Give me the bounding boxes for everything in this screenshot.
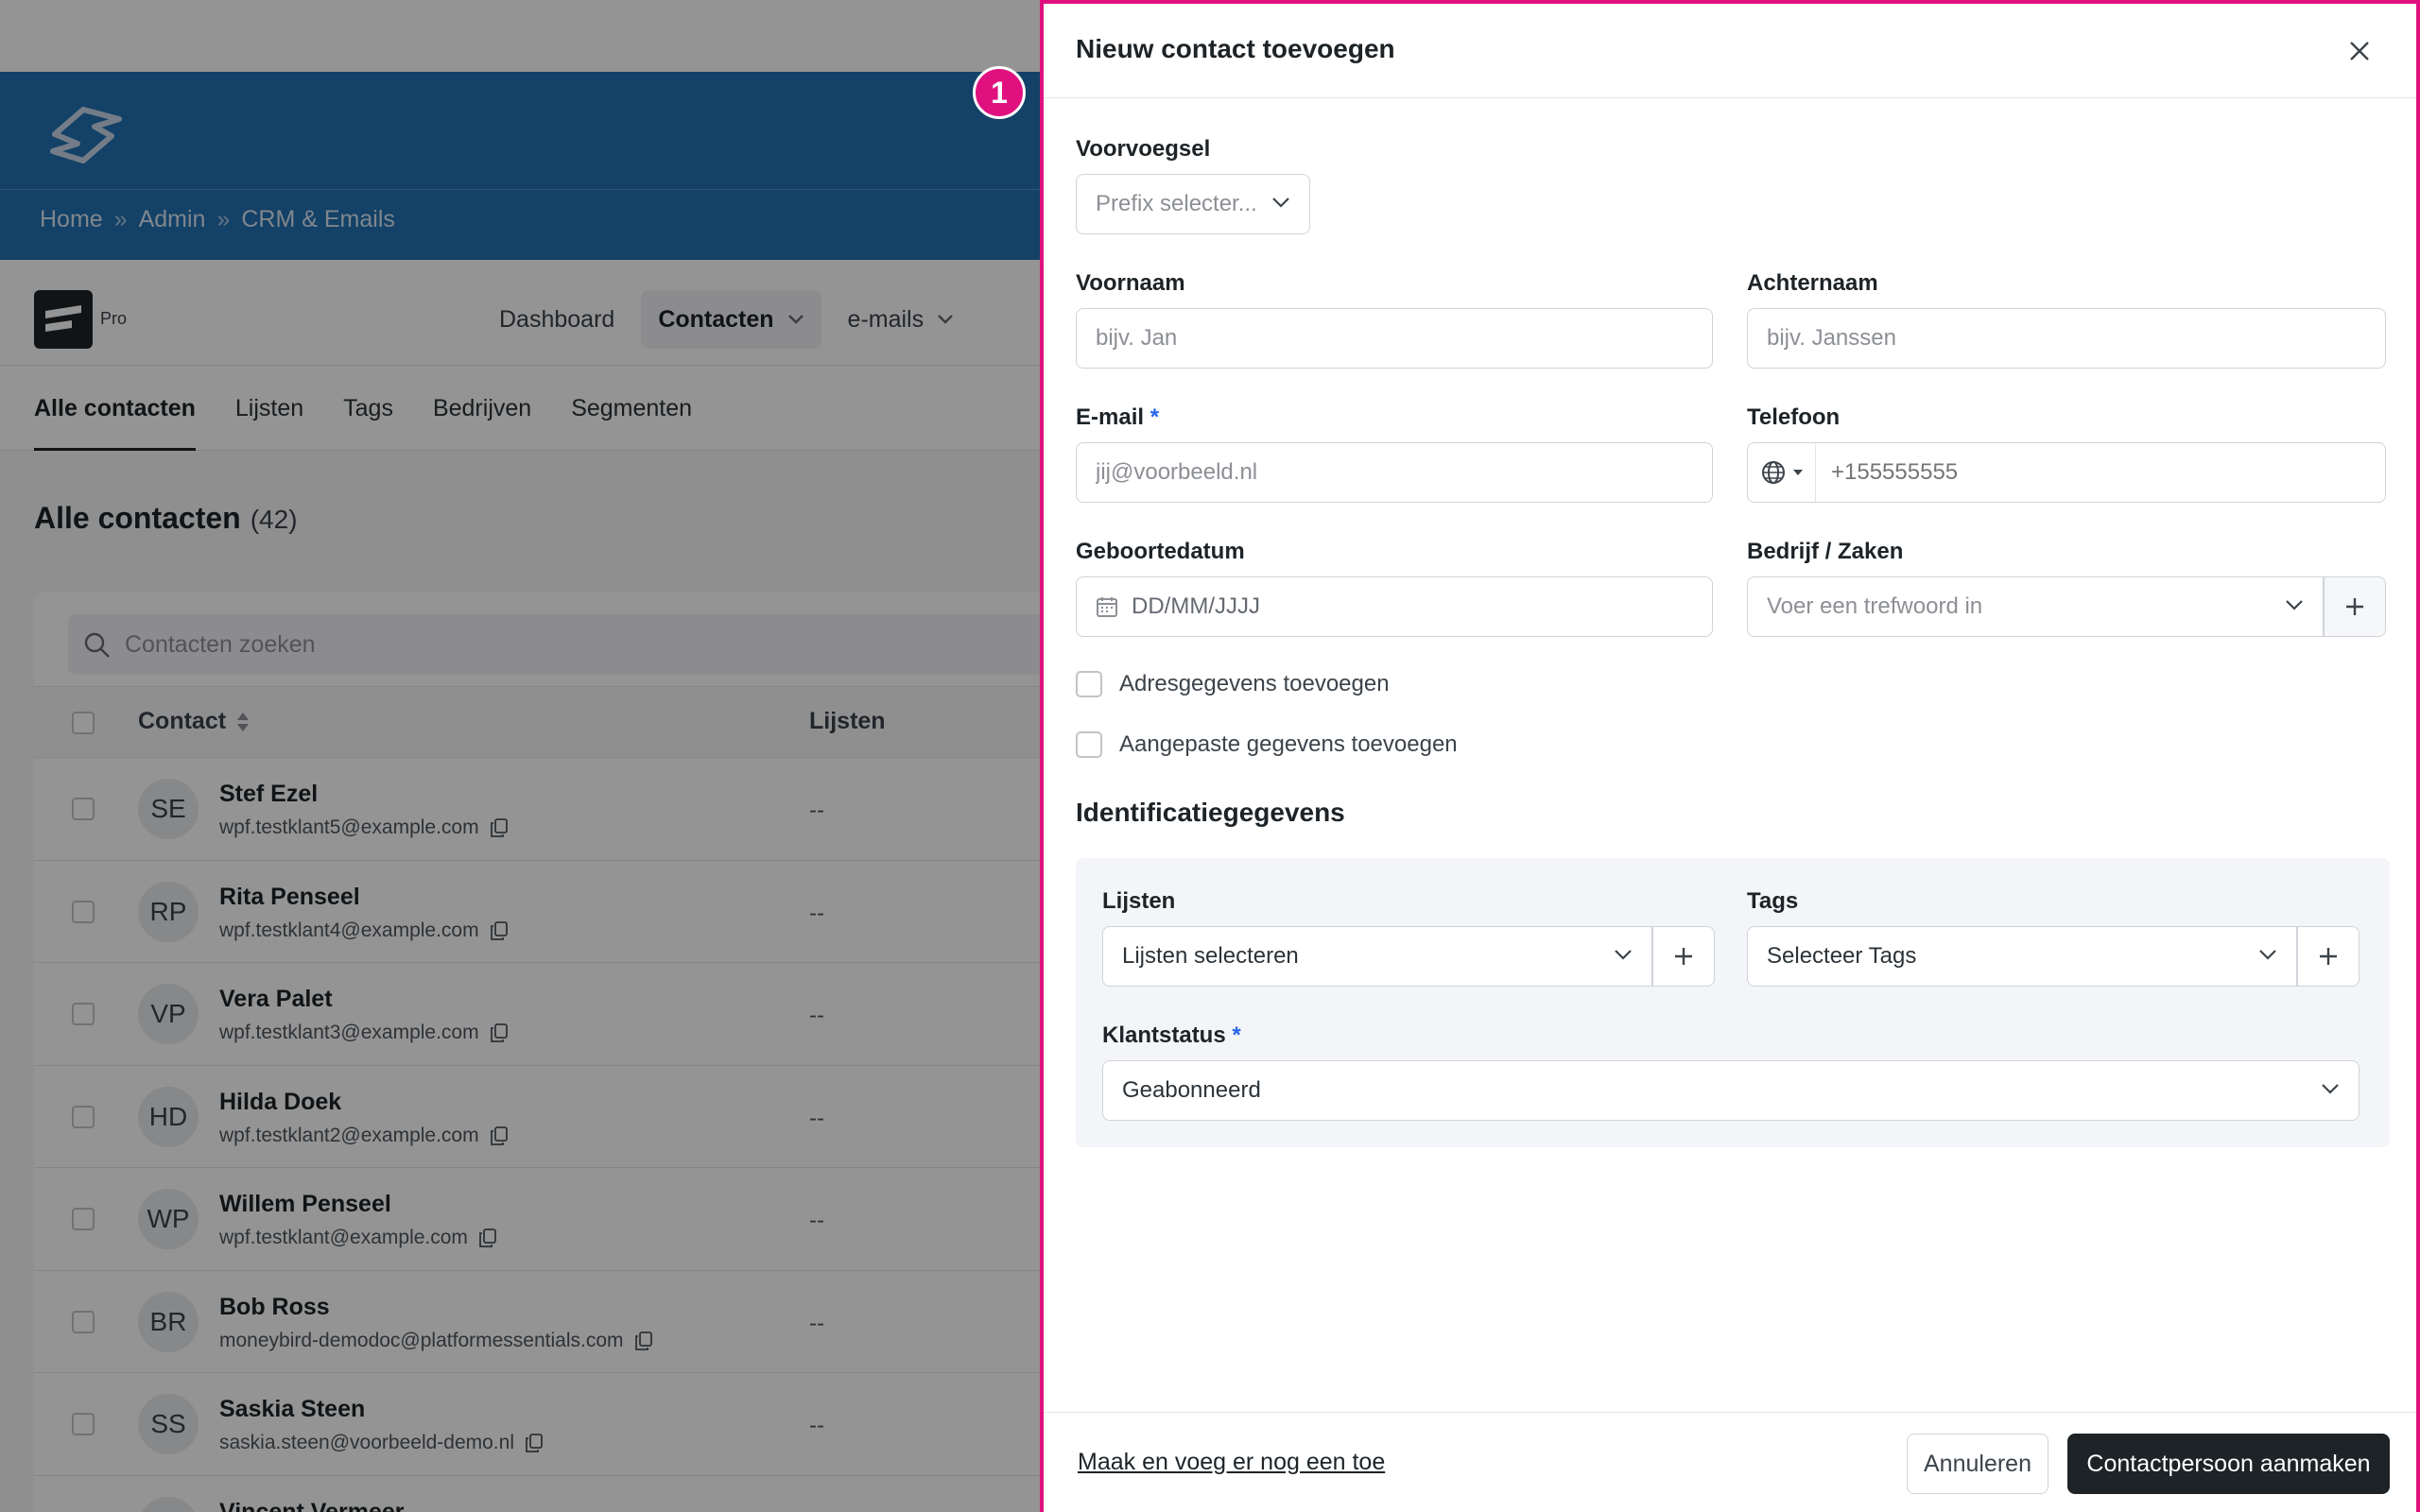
phone-label: Telefoon: [1747, 404, 1841, 430]
tags-select[interactable]: Selecteer Tags: [1747, 926, 2297, 987]
checkbox[interactable]: [1076, 731, 1102, 758]
status-value: Geabonneerd: [1122, 1077, 1261, 1103]
identification-section-title: Identificatiegegevens: [1076, 798, 1345, 827]
email-input[interactable]: [1076, 442, 1713, 503]
globe-icon: [1761, 461, 1785, 484]
close-icon: [2350, 42, 2369, 60]
prefix-label: Voorvoegsel: [1076, 136, 1211, 162]
create-and-add-another-link[interactable]: Maak en voeg er nog een toe: [1078, 1449, 1385, 1476]
checkbox[interactable]: [1076, 671, 1102, 697]
tags-placeholder: Selecteer Tags: [1767, 943, 1917, 969]
birthdate-placeholder: DD/MM/JJJJ: [1132, 593, 1260, 619]
first-name-input[interactable]: [1076, 308, 1713, 369]
step-badge: 1: [973, 66, 1026, 119]
caret-down-icon: [1792, 470, 1803, 475]
email-label: E-mail *: [1076, 404, 1159, 431]
plus-icon: [2346, 598, 2363, 615]
new-contact-drawer: Nieuw contact toevoegen Voorvoegsel Pref…: [1040, 0, 2420, 1512]
create-contact-button[interactable]: Contactpersoon aanmaken: [2067, 1434, 2390, 1494]
birthdate-label: Geboortedatum: [1076, 539, 1245, 564]
required-mark: *: [1150, 404, 1160, 430]
lists-select[interactable]: Lijsten selecteren: [1102, 926, 1652, 987]
calendar-icon: [1097, 597, 1117, 617]
birthdate-input[interactable]: DD/MM/JJJJ: [1076, 576, 1713, 637]
prefix-select[interactable]: Prefix selecter...: [1076, 174, 1310, 234]
drawer-footer: Maak en voeg er nog een toe Annuleren Co…: [1044, 1412, 2416, 1512]
company-select[interactable]: Voer een trefwoord in: [1747, 576, 2324, 637]
plus-icon: [1675, 948, 1692, 965]
status-label: Klantstatus *: [1102, 1022, 1241, 1049]
last-name-label: Achternaam: [1747, 270, 1878, 296]
chevron-down-icon: [1615, 950, 1632, 960]
add-custom-fields-label: Aangepaste gegevens toevoegen: [1119, 731, 1458, 757]
phone-input[interactable]: [1816, 443, 2383, 502]
tags-label: Tags: [1747, 888, 1799, 914]
lists-label: Lijsten: [1102, 888, 1176, 914]
required-mark: *: [1232, 1022, 1241, 1048]
first-name-label: Voornaam: [1076, 270, 1185, 296]
identification-panel: Lijsten Lijsten selecteren Tags Selectee…: [1076, 858, 2390, 1147]
cancel-button[interactable]: Annuleren: [1907, 1434, 2048, 1494]
add-address-label: Adresgegevens toevoegen: [1119, 671, 1390, 696]
last-name-input[interactable]: [1747, 308, 2386, 369]
add-tag-button[interactable]: [2297, 926, 2360, 987]
close-button[interactable]: [2344, 36, 2375, 66]
add-list-button[interactable]: [1652, 926, 1715, 987]
email-label-text: E-mail: [1076, 404, 1145, 430]
drawer-header: Nieuw contact toevoegen: [1044, 4, 2416, 98]
add-company-button[interactable]: [2324, 576, 2386, 637]
status-select[interactable]: Geabonneerd: [1102, 1060, 2360, 1121]
lists-placeholder: Lijsten selecteren: [1122, 943, 1299, 969]
status-label-text: Klantstatus: [1102, 1022, 1226, 1048]
prefix-placeholder: Prefix selecter...: [1096, 191, 1257, 216]
country-code-select[interactable]: [1748, 443, 1816, 502]
chevron-down-icon: [1272, 198, 1289, 208]
phone-field: [1747, 442, 2386, 503]
drawer-title: Nieuw contact toevoegen: [1076, 34, 1395, 63]
plus-icon: [2320, 948, 2337, 965]
modal-backdrop[interactable]: [0, 0, 1040, 1512]
company-placeholder: Voer een trefwoord in: [1767, 593, 1983, 619]
chevron-down-icon: [2259, 950, 2276, 960]
add-address-checkbox[interactable]: Adresgegevens toevoegen: [1076, 671, 1390, 697]
chevron-down-icon: [2286, 600, 2303, 610]
add-custom-fields-checkbox[interactable]: Aangepaste gegevens toevoegen: [1076, 731, 1458, 758]
company-label: Bedrijf / Zaken: [1747, 539, 1904, 564]
chevron-down-icon: [2322, 1084, 2339, 1094]
